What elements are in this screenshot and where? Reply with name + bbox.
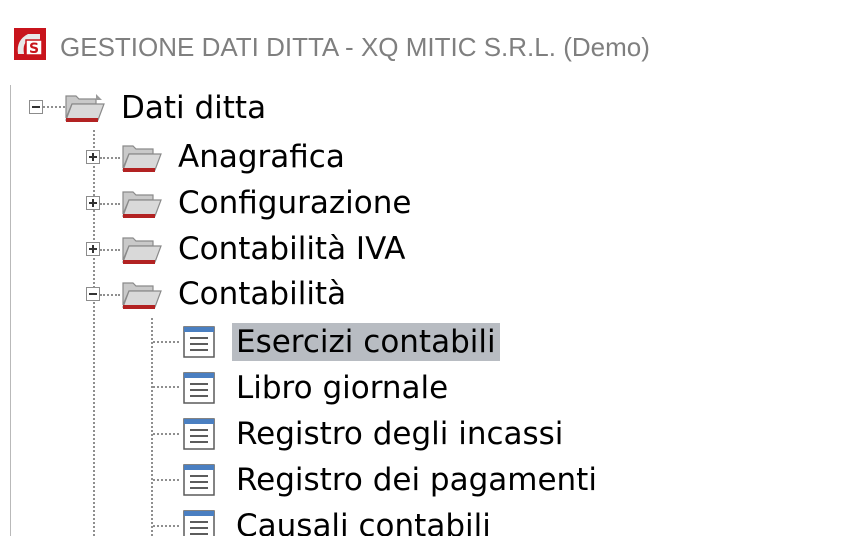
document-icon — [181, 462, 217, 498]
tree-leaf-esercizi-contabili[interactable]: Esercizi contabili — [0, 320, 842, 364]
expand-icon[interactable] — [86, 196, 100, 210]
tree-node-label[interactable]: Registro degli incassi — [236, 415, 563, 453]
expand-icon[interactable] — [86, 150, 100, 164]
folder-icon — [119, 232, 163, 266]
document-icon — [181, 416, 217, 452]
folder-icon — [119, 186, 163, 220]
document-icon — [181, 324, 217, 360]
tree-leaf-registro-pagamenti[interactable]: Registro dei pagamenti — [0, 458, 842, 502]
tree-node-label[interactable]: Anagrafica — [178, 138, 345, 176]
document-icon — [181, 370, 217, 406]
tree-leaf-causali-contabili[interactable]: Causali contabili — [0, 504, 842, 536]
tree-node-label[interactable]: Causali contabili — [236, 507, 491, 536]
tree-node-contabilita-iva[interactable]: Contabilità IVA — [0, 228, 842, 272]
folder-open-icon — [62, 90, 106, 124]
tree-node-configurazione[interactable]: Configurazione — [0, 182, 842, 226]
tree-node-label[interactable]: Registro dei pagamenti — [236, 461, 597, 499]
tree-node-anagrafica[interactable]: Anagrafica — [0, 136, 842, 180]
app-logo-icon: S — [14, 28, 46, 60]
folder-open-icon — [119, 277, 163, 311]
tree-leaf-libro-giornale[interactable]: Libro giornale — [0, 366, 842, 410]
document-icon — [181, 508, 217, 536]
window-title: GESTIONE DATI DITTA - XQ MITIC S.R.L. (D… — [60, 32, 650, 62]
tree-node-contabilita[interactable]: Contabilità — [0, 273, 842, 317]
tree-node-dati-ditta[interactable]: Dati ditta — [0, 86, 842, 130]
tree-node-label[interactable]: Esercizi contabili — [232, 323, 500, 361]
collapse-icon[interactable] — [86, 287, 100, 301]
tree-leaf-registro-incassi[interactable]: Registro degli incassi — [0, 412, 842, 456]
expand-icon[interactable] — [86, 242, 100, 256]
collapse-icon[interactable] — [29, 100, 43, 114]
tree-node-label[interactable]: Libro giornale — [236, 369, 448, 407]
title-bar: S GESTIONE DATI DITTA - XQ MITIC S.R.L. … — [0, 0, 842, 85]
tree-node-label[interactable]: Contabilità IVA — [178, 230, 406, 268]
tree-node-label[interactable]: Contabilità — [178, 275, 346, 313]
tree-node-label[interactable]: Configurazione — [178, 184, 411, 222]
tree-node-label[interactable]: Dati ditta — [121, 89, 266, 127]
svg-text:S: S — [29, 41, 39, 57]
folder-icon — [119, 140, 163, 174]
